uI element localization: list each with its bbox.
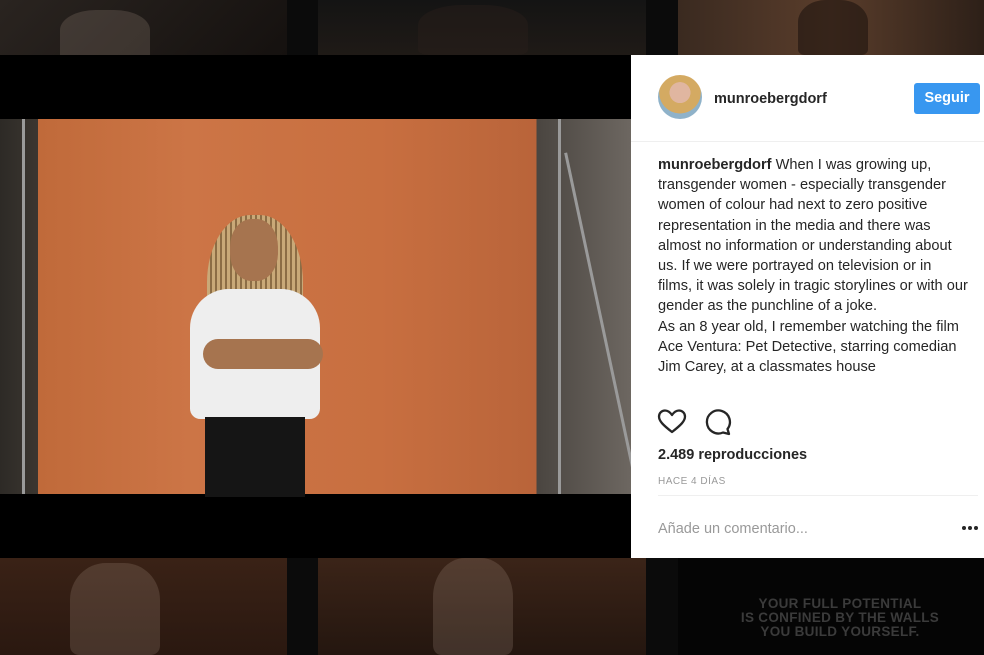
grid-thumbnail-top-right[interactable] bbox=[678, 0, 984, 55]
caption-text-continued: As an 8 year old, I remember watching th… bbox=[658, 318, 959, 376]
heart-icon[interactable] bbox=[657, 407, 687, 437]
light-stand bbox=[564, 152, 639, 491]
grid-thumbnail-top-middle[interactable] bbox=[318, 0, 646, 55]
caption-paragraph: munroebergdorf When I was growing up, tr… bbox=[658, 155, 968, 317]
person-arms bbox=[203, 339, 323, 369]
caption-username[interactable]: munroebergdorf bbox=[658, 157, 772, 173]
thumbnail-figure bbox=[70, 563, 160, 655]
grid-thumbnail-top-left[interactable] bbox=[0, 0, 287, 55]
avatar[interactable] bbox=[658, 75, 702, 119]
thumbnail-figure bbox=[798, 0, 868, 55]
thumbnail-figure bbox=[433, 558, 513, 655]
light-stand bbox=[22, 119, 25, 494]
light-stand bbox=[558, 119, 561, 494]
thumbnail-figure bbox=[418, 5, 528, 55]
grid-thumbnail-bottom-middle[interactable] bbox=[318, 558, 646, 655]
view-count[interactable]: 2.489 reproducciones bbox=[658, 447, 807, 463]
background-quote: YOUR FULL POTENTIAL IS CONFINED BY THE W… bbox=[700, 597, 980, 639]
divider bbox=[658, 495, 978, 496]
person-figure bbox=[185, 215, 335, 497]
comment-input[interactable] bbox=[658, 517, 938, 541]
post-timestamp[interactable]: HACE 4 DÍAS bbox=[658, 476, 726, 487]
quote-line: IS CONFINED BY THE WALLS bbox=[740, 610, 940, 625]
caption-text: When I was growing up, transgender women… bbox=[658, 157, 968, 315]
comment-icon[interactable] bbox=[702, 407, 732, 437]
post-actions bbox=[657, 407, 777, 437]
post-caption: munroebergdorf When I was growing up, tr… bbox=[658, 155, 968, 399]
follow-button[interactable]: Seguir bbox=[914, 83, 980, 114]
quote-line: YOUR FULL POTENTIAL bbox=[758, 596, 922, 611]
post-media[interactable] bbox=[0, 55, 639, 558]
username-link[interactable]: munroebergdorf bbox=[714, 91, 827, 107]
person-legs bbox=[205, 417, 305, 497]
post-details-panel: munroebergdorf Seguir munroebergdorf Whe… bbox=[631, 55, 984, 558]
thumbnail-figure bbox=[60, 10, 150, 55]
more-options-icon[interactable] bbox=[961, 521, 979, 533]
grid-thumbnail-bottom-left[interactable] bbox=[0, 558, 287, 655]
person-head bbox=[230, 219, 278, 281]
post-header: munroebergdorf Seguir bbox=[631, 55, 984, 142]
quote-line: YOU BUILD YOURSELF. bbox=[760, 624, 920, 639]
post-video[interactable] bbox=[0, 119, 639, 497]
